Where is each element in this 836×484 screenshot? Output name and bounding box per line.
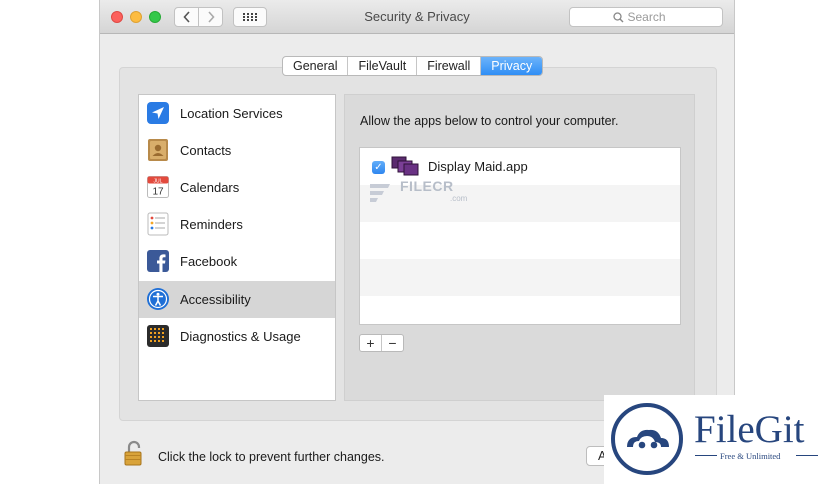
- accessibility-icon: [147, 288, 169, 310]
- add-app-button[interactable]: +: [360, 335, 382, 351]
- app-checkbox[interactable]: ✓: [372, 161, 385, 174]
- svg-text:17: 17: [152, 187, 164, 198]
- calendar-icon: JUL 17: [147, 176, 169, 198]
- filecr-watermark: FILECR: [400, 178, 454, 194]
- diagnostics-grid-icon: [147, 325, 169, 347]
- title-bar: Security & Privacy: [100, 0, 734, 34]
- list-item-empty: [360, 296, 680, 324]
- filegit-logo-icon: [611, 403, 683, 475]
- lock-icon[interactable]: [123, 439, 145, 467]
- sidebar-item-label: Reminders: [180, 217, 243, 232]
- filegit-watermark: FileGit Free & Unlimited: [604, 395, 836, 484]
- sidebar-item-facebook[interactable]: Facebook: [139, 243, 335, 280]
- filegit-tagline-rule-left: [695, 455, 717, 456]
- sidebar-item-calendars[interactable]: JUL 17 Calendars: [139, 169, 335, 206]
- sidebar-item-label: Calendars: [180, 180, 240, 195]
- filegit-tagline-rule-right: [796, 455, 818, 456]
- list-item-empty: [360, 259, 680, 296]
- filecr-watermark-suffix: .com: [450, 194, 468, 203]
- filegit-name: FileGit: [694, 408, 805, 451]
- sidebar-item-label: Contacts: [180, 143, 232, 158]
- tab-bar: General FileVault Firewall Privacy: [282, 56, 544, 76]
- filegit-tagline: Free & Unlimited: [720, 451, 781, 461]
- filecr-watermark-logo: [370, 184, 390, 202]
- tab-firewall[interactable]: Firewall: [417, 57, 482, 75]
- svg-text:JUL: JUL: [154, 178, 163, 184]
- sidebar-item-accessibility[interactable]: Accessibility: [139, 281, 335, 318]
- remove-app-button[interactable]: −: [382, 335, 403, 351]
- sidebar-item-contacts[interactable]: Contacts: [139, 132, 335, 169]
- sidebar-item-label: Location Services: [180, 106, 283, 121]
- reminders-list-icon: [147, 212, 169, 236]
- privacy-category-list: Location Services Contacts JUL 17 Calenda…: [138, 94, 336, 401]
- add-remove-control: + −: [359, 334, 404, 352]
- allow-apps-description: Allow the apps below to control your com…: [360, 114, 619, 128]
- sidebar-item-reminders[interactable]: Reminders: [139, 206, 335, 243]
- app-name: Display Maid.app: [428, 159, 528, 174]
- lock-description: Click the lock to prevent further change…: [158, 450, 385, 464]
- tab-general[interactable]: General: [283, 57, 349, 75]
- contacts-book-icon: [148, 139, 168, 161]
- search-input[interactable]: [627, 10, 680, 24]
- search-field[interactable]: [569, 7, 723, 27]
- search-icon: [612, 11, 623, 22]
- sidebar-item-label: Accessibility: [180, 292, 251, 307]
- app-list: ✓ Display Maid.app: [359, 147, 681, 325]
- sidebar-item-location-services[interactable]: Location Services: [139, 95, 335, 132]
- list-item-empty: [360, 222, 680, 259]
- tab-filevault[interactable]: FileVault: [348, 57, 418, 75]
- sidebar-item-diagnostics-usage[interactable]: Diagnostics & Usage: [139, 318, 335, 355]
- location-arrow-icon: [147, 102, 169, 124]
- tab-privacy[interactable]: Privacy: [481, 57, 543, 75]
- sidebar-item-label: Facebook: [180, 254, 238, 269]
- display-maid-app-icon: [391, 156, 419, 176]
- facebook-icon: [147, 250, 169, 272]
- sidebar-item-label: Diagnostics & Usage: [180, 329, 301, 344]
